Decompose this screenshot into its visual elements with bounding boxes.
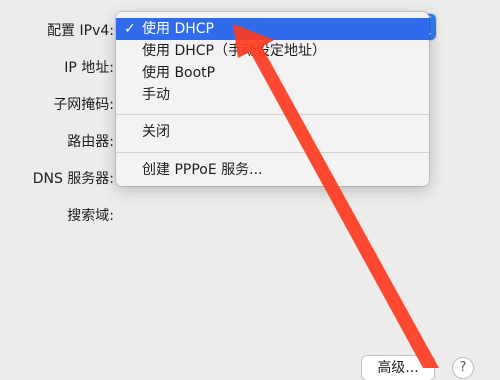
annotation-arrow-icon <box>233 24 439 368</box>
